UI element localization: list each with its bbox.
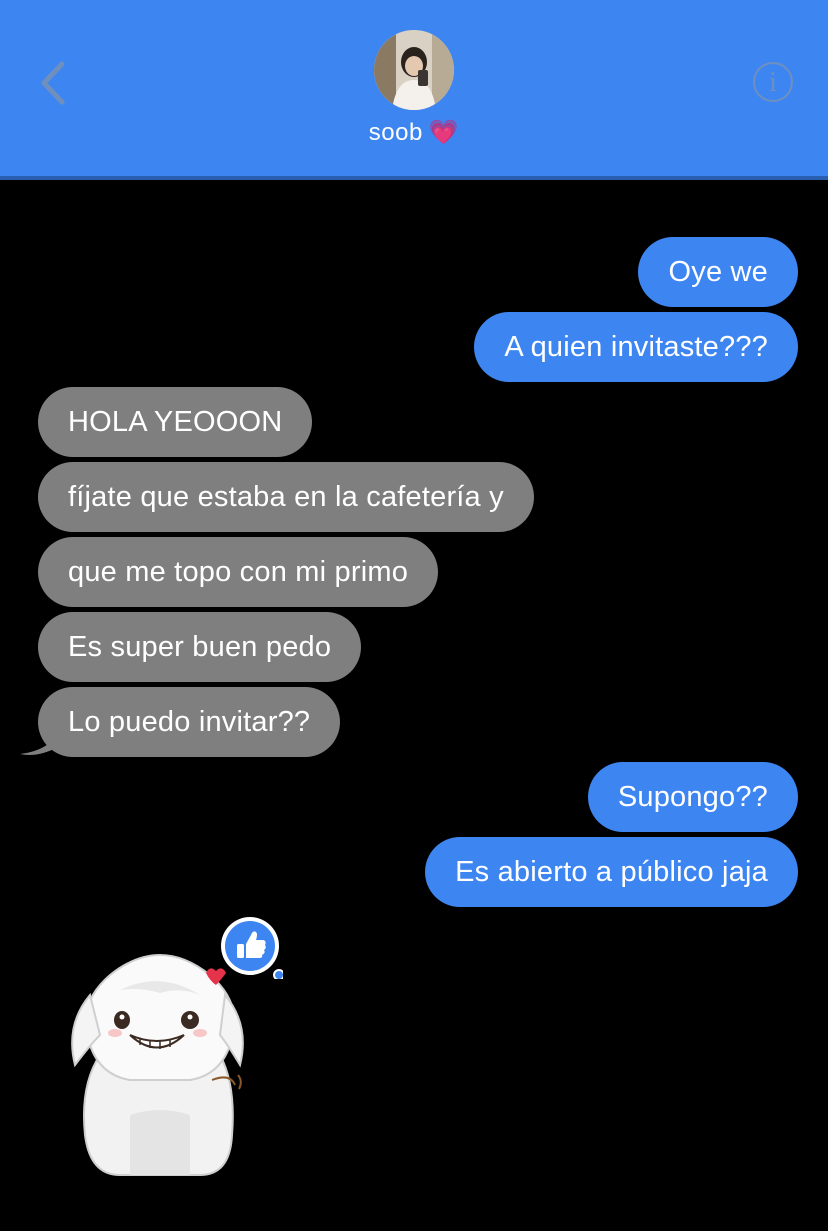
message-text: Es super buen pedo — [68, 631, 332, 663]
avatar-photo-icon — [374, 30, 454, 110]
message-bubble-incoming[interactable]: Lo puedo invitar?? — [38, 687, 341, 757]
message-bubble-outgoing[interactable]: Oye we — [638, 237, 798, 307]
message-text: HOLA YEOOON — [68, 406, 283, 438]
message-bubble-outgoing[interactable]: Es abierto a público jaja — [425, 837, 798, 907]
contact-name-text: soob — [368, 119, 423, 146]
message-bubble-outgoing[interactable]: Supongo?? — [587, 762, 798, 832]
message-bubble-incoming[interactable]: fíjate que estaba en la cafetería y — [38, 462, 534, 532]
message-text: Oye we — [668, 256, 768, 288]
thumbs-up-icon[interactable] — [219, 915, 283, 979]
message-bubble-incoming[interactable]: HOLA YEOOON — [38, 387, 313, 457]
message-text: que me topo con mi primo — [68, 556, 409, 588]
back-button[interactable] — [32, 58, 76, 108]
chevron-left-icon — [41, 61, 65, 105]
message-text: Lo puedo invitar?? — [68, 706, 311, 738]
chat-header: soob 💗 i — [0, 0, 828, 180]
message-text: Supongo?? — [617, 781, 768, 813]
info-icon: i — [769, 67, 777, 98]
message-bubble-incoming[interactable]: Es super buen pedo — [38, 612, 362, 682]
info-button[interactable]: i — [753, 62, 793, 102]
message-text: Es abierto a público jaja — [455, 856, 768, 888]
contact-name[interactable]: soob 💗 — [0, 118, 828, 147]
avatar[interactable] — [374, 30, 454, 110]
message-bubble-incoming[interactable]: que me topo con mi primo — [38, 537, 439, 607]
message-bubble-outgoing[interactable]: A quien invitaste??? — [474, 312, 798, 382]
message-text: fíjate que estaba en la cafetería y — [68, 481, 504, 513]
message-text: A quien invitaste??? — [504, 331, 768, 363]
heart-emoji: 💗 — [428, 119, 460, 146]
